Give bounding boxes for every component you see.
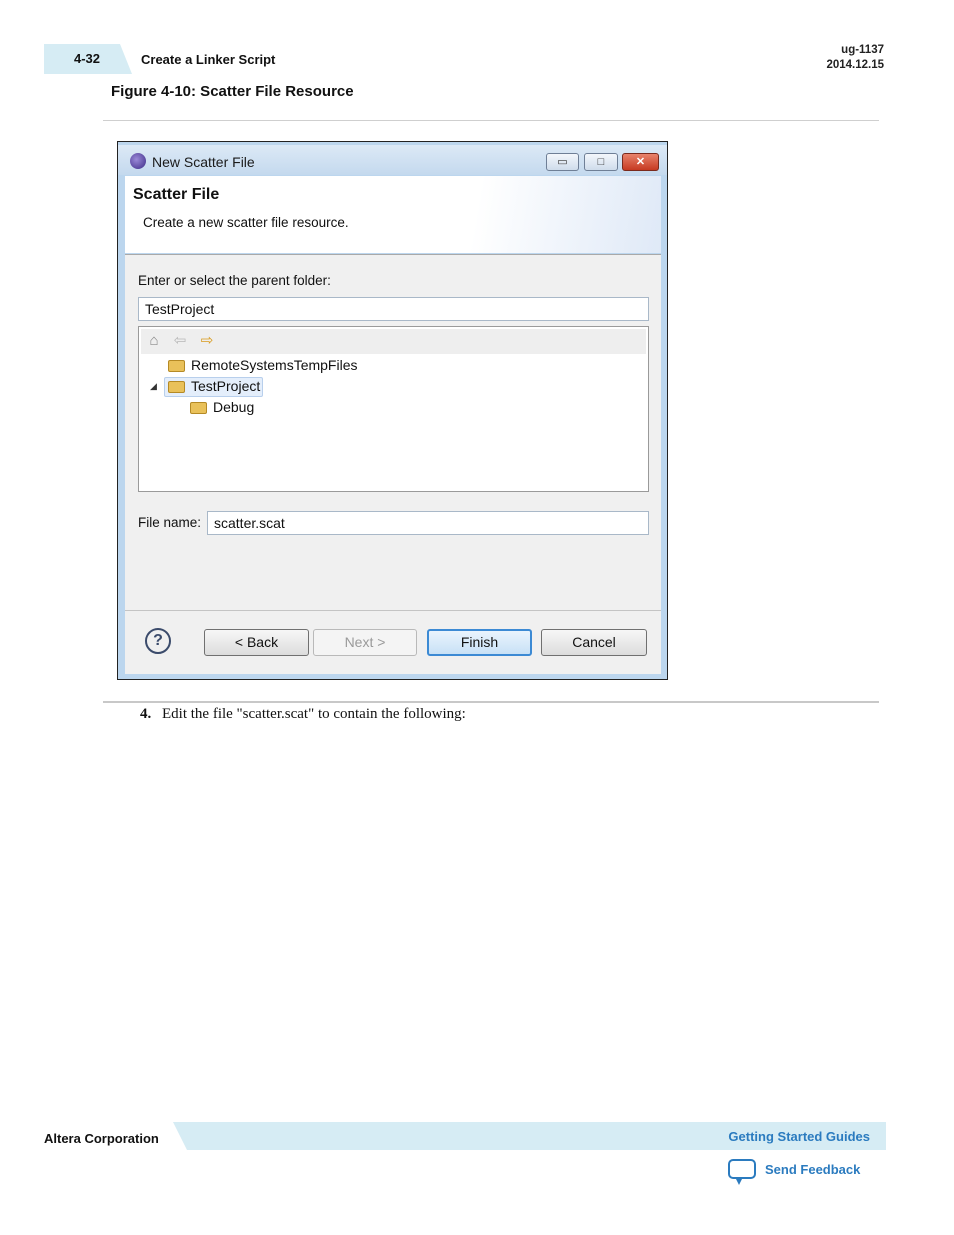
parent-folder-label: Enter or select the parent folder: bbox=[138, 273, 331, 288]
footer-company: Altera Corporation bbox=[44, 1131, 159, 1146]
doc-info: ug-1137 2014.12.15 bbox=[826, 43, 884, 73]
maximize-button[interactable]: □ bbox=[584, 153, 618, 171]
folder-icon bbox=[168, 360, 185, 372]
banner-description: Create a new scatter file resource. bbox=[143, 215, 349, 230]
figure-bottom-divider bbox=[103, 701, 879, 703]
back-arrow-icon[interactable]: ⇦ bbox=[171, 332, 189, 350]
figure-caption: Figure 4-10: Scatter File Resource bbox=[111, 83, 354, 100]
banner-title: Scatter File bbox=[133, 186, 220, 203]
tree-toolbar bbox=[141, 329, 646, 354]
forward-arrow-icon[interactable]: ⇨ bbox=[198, 332, 216, 350]
file-name-input[interactable]: scatter.scat bbox=[207, 511, 649, 535]
doc-date: 2014.12.15 bbox=[826, 59, 884, 71]
doc-id: ug-1137 bbox=[841, 44, 884, 56]
dialog-title: New Scatter File bbox=[152, 154, 255, 170]
minimize-button[interactable]: ▭ bbox=[546, 153, 579, 171]
expand-triangle-icon[interactable]: ◢ bbox=[150, 381, 157, 392]
tree-item-debug[interactable]: Debug bbox=[213, 399, 254, 415]
home-icon[interactable]: ⌂ bbox=[145, 332, 163, 350]
send-feedback-link[interactable]: Send Feedback bbox=[765, 1162, 860, 1177]
folder-icon bbox=[190, 402, 207, 414]
parent-folder-input[interactable]: TestProject bbox=[138, 297, 649, 321]
section-title: Create a Linker Script bbox=[141, 52, 276, 67]
next-button[interactable]: Next > bbox=[313, 629, 417, 656]
project-folder-icon bbox=[168, 381, 185, 393]
close-button[interactable]: ✕ bbox=[622, 153, 659, 171]
finish-button[interactable]: Finish bbox=[427, 629, 532, 656]
step-text: Edit the file "scatter.scat" to contain … bbox=[162, 706, 466, 722]
top-divider bbox=[103, 120, 879, 121]
feedback-icon-tail bbox=[735, 1177, 743, 1185]
getting-started-guides-link[interactable]: Getting Started Guides bbox=[728, 1129, 870, 1144]
step-number: 4. bbox=[140, 706, 152, 722]
tree-item-testproject[interactable]: TestProject bbox=[191, 378, 260, 394]
page-number: 4-32 bbox=[74, 51, 101, 66]
file-name-label: File name: bbox=[138, 515, 202, 530]
tree-item-remotesystemstempfiles[interactable]: RemoteSystemsTempFiles bbox=[191, 357, 358, 373]
cancel-button[interactable]: Cancel bbox=[541, 629, 647, 656]
feedback-icon[interactable] bbox=[728, 1159, 756, 1179]
back-button[interactable]: < Back bbox=[204, 629, 309, 656]
help-button[interactable]: ? bbox=[145, 628, 171, 654]
eclipse-icon bbox=[130, 153, 146, 169]
